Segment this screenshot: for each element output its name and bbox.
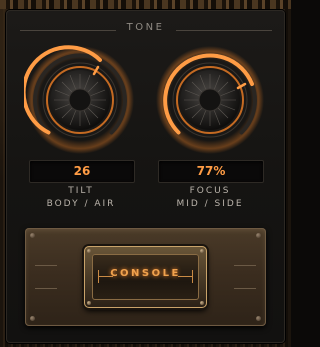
button-screw — [200, 301, 204, 305]
tilt-value-readout[interactable]: 26 — [29, 160, 135, 183]
plate-screw — [30, 233, 35, 238]
plate-screw — [256, 233, 261, 238]
tilt-knob-graphic — [24, 45, 134, 154]
title-rule-right — [176, 30, 272, 31]
plate-screw — [30, 316, 35, 321]
top-decor-strip — [0, 0, 291, 9]
plate-dash — [234, 288, 256, 289]
button-screw — [87, 249, 91, 253]
focus-value-readout[interactable]: 77% — [158, 160, 264, 183]
plate-dash — [234, 265, 256, 266]
focus-sublabel: MID / SIDE — [176, 199, 244, 209]
tilt-label: TILT — [68, 186, 94, 196]
console-button-label: CONSOLE — [110, 268, 181, 279]
console-button[interactable]: CONSOLE — [84, 246, 207, 308]
button-screw — [200, 249, 204, 253]
plate-screw — [256, 316, 261, 321]
focus-label: FOCUS — [189, 186, 231, 196]
section-title: TONE — [126, 22, 165, 33]
focus-knob-graphic — [156, 46, 264, 154]
focus-knob[interactable] — [154, 44, 266, 156]
plate-dash — [35, 265, 57, 266]
plate-dash — [35, 288, 57, 289]
button-screw — [87, 301, 91, 305]
tilt-knob[interactable] — [24, 44, 136, 156]
tilt-sublabel: BODY / AIR — [46, 199, 116, 209]
